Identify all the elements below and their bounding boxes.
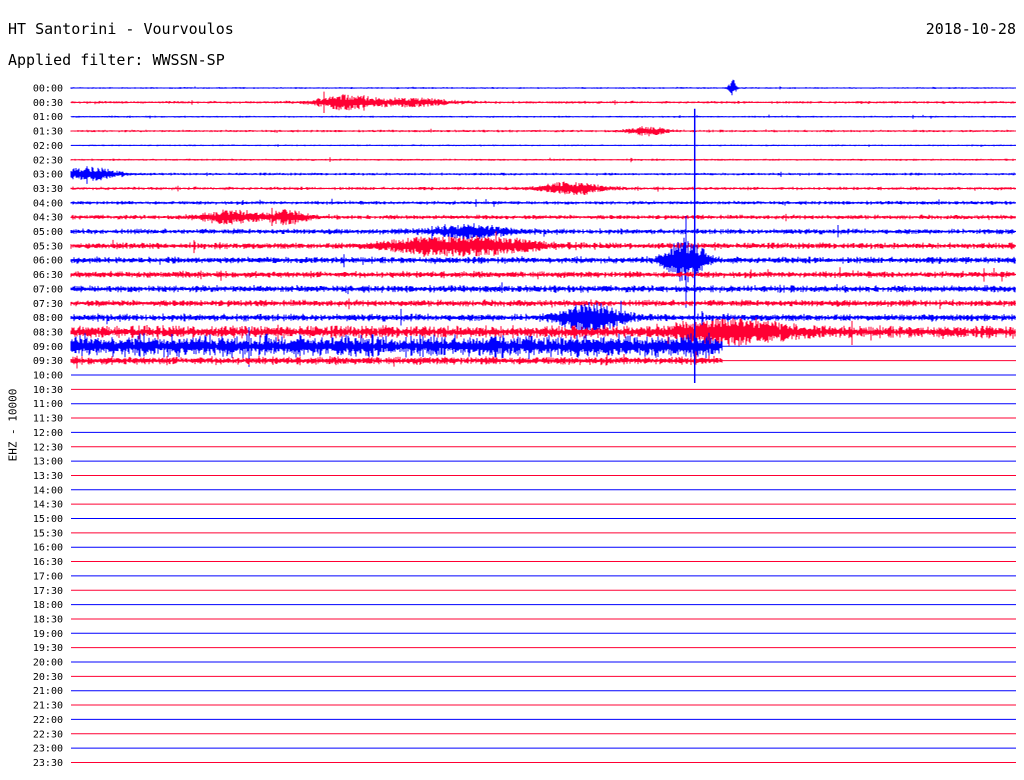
row-time-label: 00:30 <box>33 98 63 109</box>
seismic-trace <box>70 207 1016 226</box>
row-time-label: 16:30 <box>33 557 63 568</box>
row-time-label: 22:00 <box>33 715 63 726</box>
seismic-trace <box>70 267 1016 282</box>
row-time-label: 21:00 <box>33 686 63 697</box>
row-time-label: 18:30 <box>33 614 63 625</box>
row-time-label: 10:00 <box>33 371 63 382</box>
row-time-label: 07:30 <box>33 299 63 310</box>
row-time-label: 12:00 <box>33 428 63 439</box>
row-time-label: 05:00 <box>33 227 63 238</box>
row-time-label: 02:30 <box>33 155 63 166</box>
row-time-label: 20:30 <box>33 672 63 683</box>
seismic-trace <box>70 114 1016 119</box>
row-time-label: 22:30 <box>33 729 63 740</box>
row-time-label: 08:00 <box>33 313 63 324</box>
row-time-label: 03:30 <box>33 184 63 195</box>
row-time-label: 19:30 <box>33 643 63 654</box>
row-time-label: 11:30 <box>33 414 63 425</box>
row-time-label: 06:00 <box>33 256 63 267</box>
seismic-trace <box>70 181 1016 195</box>
row-time-label: 00:00 <box>33 84 63 95</box>
row-time-label: 01:30 <box>33 127 63 138</box>
row-time-label: 01:00 <box>33 112 63 123</box>
row-time-label: 17:30 <box>33 586 63 597</box>
row-time-label: 02:00 <box>33 141 63 152</box>
row-time-label: 08:30 <box>33 327 63 338</box>
row-time-label: 07:00 <box>33 284 63 295</box>
row-time-label: 17:00 <box>33 571 63 582</box>
seismic-trace <box>70 351 723 369</box>
row-time-label: 15:00 <box>33 514 63 525</box>
row-time-label: 18:00 <box>33 600 63 611</box>
seismic-trace <box>70 157 1016 163</box>
seismic-trace <box>70 298 1016 310</box>
row-time-label: 12:30 <box>33 442 63 453</box>
row-time-label: 23:30 <box>33 758 63 769</box>
row-time-label: 20:00 <box>33 658 63 669</box>
row-time-label: 09:30 <box>33 356 63 367</box>
row-time-label: 14:00 <box>33 485 63 496</box>
row-time-label: 04:30 <box>33 213 63 224</box>
row-time-label: 10:30 <box>33 385 63 396</box>
row-time-label: 06:30 <box>33 270 63 281</box>
row-time-label: 13:30 <box>33 471 63 482</box>
seismic-trace <box>70 198 1016 207</box>
row-time-label: 19:00 <box>33 629 63 640</box>
seismogram-plot: 00:00 00:30 01:00 01:30 02:00 02:30 03:00 03:30… <box>33 79 1016 769</box>
seismic-trace <box>70 166 1016 184</box>
row-time-label: 23:00 <box>33 744 63 755</box>
row-time-label: 14:30 <box>33 500 63 511</box>
seismic-trace <box>70 91 1016 113</box>
row-time-label: 09:00 <box>33 342 63 353</box>
row-time-label: 15:30 <box>33 528 63 539</box>
seismic-trace <box>70 144 1016 147</box>
row-time-label: 16:00 <box>33 543 63 554</box>
row-time-label: 05:30 <box>33 241 63 252</box>
seismic-trace <box>70 223 1016 241</box>
seismic-trace <box>70 231 1016 257</box>
row-time-label: 11:00 <box>33 399 63 410</box>
row-time-label: 03:00 <box>33 170 63 181</box>
row-time-label: 04:00 <box>33 198 63 209</box>
seismic-trace <box>70 126 1016 137</box>
row-time-label: 13:00 <box>33 457 63 468</box>
seismic-trace <box>70 282 1016 295</box>
row-time-label: 21:30 <box>33 701 63 712</box>
